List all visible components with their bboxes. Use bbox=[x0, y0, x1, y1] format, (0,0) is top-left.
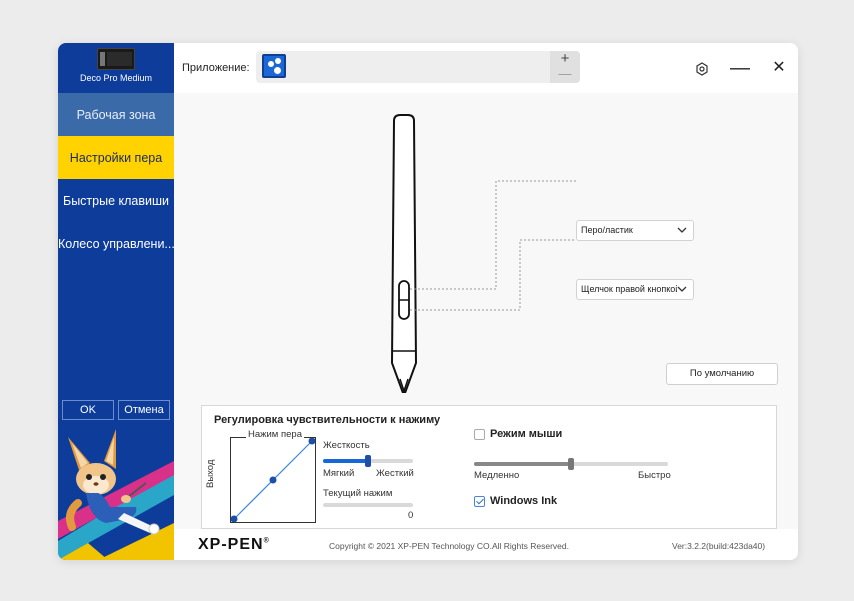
top-bar: Приложение: + — — ✕ bbox=[174, 43, 798, 93]
sidebar-item-control-wheel[interactable]: Колесо управлени... bbox=[58, 222, 174, 265]
mouse-speed-slider-fill bbox=[474, 462, 571, 466]
windows-ink-checkbox[interactable] bbox=[474, 496, 485, 507]
hardness-label: Жесткость bbox=[323, 440, 370, 451]
remove-app-button[interactable]: — bbox=[550, 67, 580, 83]
pressure-curve-graph bbox=[230, 437, 316, 523]
hardness-slider-thumb[interactable] bbox=[365, 455, 371, 467]
current-pressure-value: 0 bbox=[408, 510, 414, 521]
sidebar-item-shortcut-keys[interactable]: Быстрые клавиши bbox=[58, 179, 174, 222]
windows-ink-label: Windows Ink bbox=[490, 495, 558, 507]
device-header: Deco Pro Medium bbox=[58, 43, 174, 93]
mouse-mode-label: Режим мыши bbox=[490, 428, 563, 440]
mascot-illustration bbox=[58, 429, 174, 560]
footer: XP-PEN® Copyright © 2021 XP-PEN Technolo… bbox=[174, 529, 798, 560]
add-app-button[interactable]: + bbox=[550, 51, 580, 67]
sidebar-buttons: OK Отмена bbox=[62, 400, 170, 420]
curve-point[interactable] bbox=[269, 476, 277, 484]
sidebar-item-pen-settings[interactable]: Настройки пера bbox=[58, 136, 174, 179]
dropdown-value: Щелчок правой кнопкой мыши bbox=[581, 284, 677, 294]
hardness-slider-fill bbox=[323, 459, 368, 463]
upper-button-dropdown[interactable]: Перо/ластик bbox=[576, 220, 694, 241]
sidebar-item-work-area[interactable]: Рабочая зона bbox=[58, 93, 174, 136]
fast-label: Быстро bbox=[638, 470, 671, 481]
chevron-down-icon bbox=[677, 227, 687, 233]
device-name: Deco Pro Medium bbox=[79, 73, 153, 83]
all-apps-icon[interactable] bbox=[262, 54, 286, 78]
sidebar-item-label: Рабочая зона bbox=[76, 107, 156, 122]
ok-button[interactable]: OK bbox=[62, 400, 114, 420]
pressure-curve[interactable] bbox=[230, 437, 316, 523]
current-pressure-label: Текущий нажим bbox=[323, 488, 393, 499]
sidebar: Deco Pro Medium Рабочая зона Настройки п… bbox=[58, 43, 174, 560]
settings-gear-icon[interactable] bbox=[692, 59, 712, 79]
pen-illustration bbox=[390, 114, 576, 393]
sidebar-item-label: Колесо управлени... bbox=[58, 236, 174, 251]
close-button[interactable]: ✕ bbox=[769, 59, 789, 79]
pressure-panel-title: Регулировка чувствительности к нажиму bbox=[214, 414, 441, 426]
copyright-text: Copyright © 2021 XP-PEN Technology CO.Al… bbox=[329, 541, 569, 551]
slow-label: Медленно bbox=[474, 470, 520, 481]
hardness-slider[interactable] bbox=[323, 455, 413, 467]
curve-x-label: Нажим пера bbox=[246, 429, 304, 440]
pen-diagram: Перо/ластик Щелчок правой кнопкой мыши bbox=[174, 93, 798, 393]
application-selector: + — bbox=[256, 51, 580, 83]
current-pressure-bar bbox=[323, 503, 413, 507]
mouse-speed-slider-thumb[interactable] bbox=[568, 458, 574, 470]
dropdown-value: Перо/ластик bbox=[581, 225, 633, 235]
sidebar-item-label: Быстрые клавиши bbox=[62, 193, 169, 208]
mouse-mode-checkbox[interactable] bbox=[474, 429, 485, 440]
minimize-button[interactable]: — bbox=[730, 58, 750, 79]
xp-pen-logo: XP-PEN® bbox=[198, 536, 270, 553]
application-label: Приложение: bbox=[182, 62, 250, 74]
restore-defaults-button[interactable]: По умолчанию bbox=[666, 363, 778, 385]
app-add-remove: + — bbox=[550, 51, 580, 83]
main-panel: Приложение: + — — ✕ Перо/ластик Щелчок п… bbox=[174, 43, 798, 560]
pressure-sensitivity-panel: Регулировка чувствительности к нажиму На… bbox=[201, 405, 777, 529]
hard-label: Жесткий bbox=[376, 468, 414, 479]
version-text: Ver:3.2.2(build:423da40) bbox=[672, 541, 766, 551]
mouse-speed-slider[interactable] bbox=[474, 458, 668, 470]
tablet-icon bbox=[97, 48, 135, 70]
lower-button-dropdown[interactable]: Щелчок правой кнопкой мыши bbox=[576, 279, 694, 300]
curve-y-label: Выход bbox=[205, 459, 216, 488]
cancel-button[interactable]: Отмена bbox=[118, 400, 170, 420]
chevron-down-icon bbox=[677, 286, 687, 292]
soft-label: Мягкий bbox=[323, 468, 355, 479]
app-window: Deco Pro Medium Рабочая зона Настройки п… bbox=[58, 43, 798, 560]
sidebar-item-label: Настройки пера bbox=[69, 150, 163, 165]
